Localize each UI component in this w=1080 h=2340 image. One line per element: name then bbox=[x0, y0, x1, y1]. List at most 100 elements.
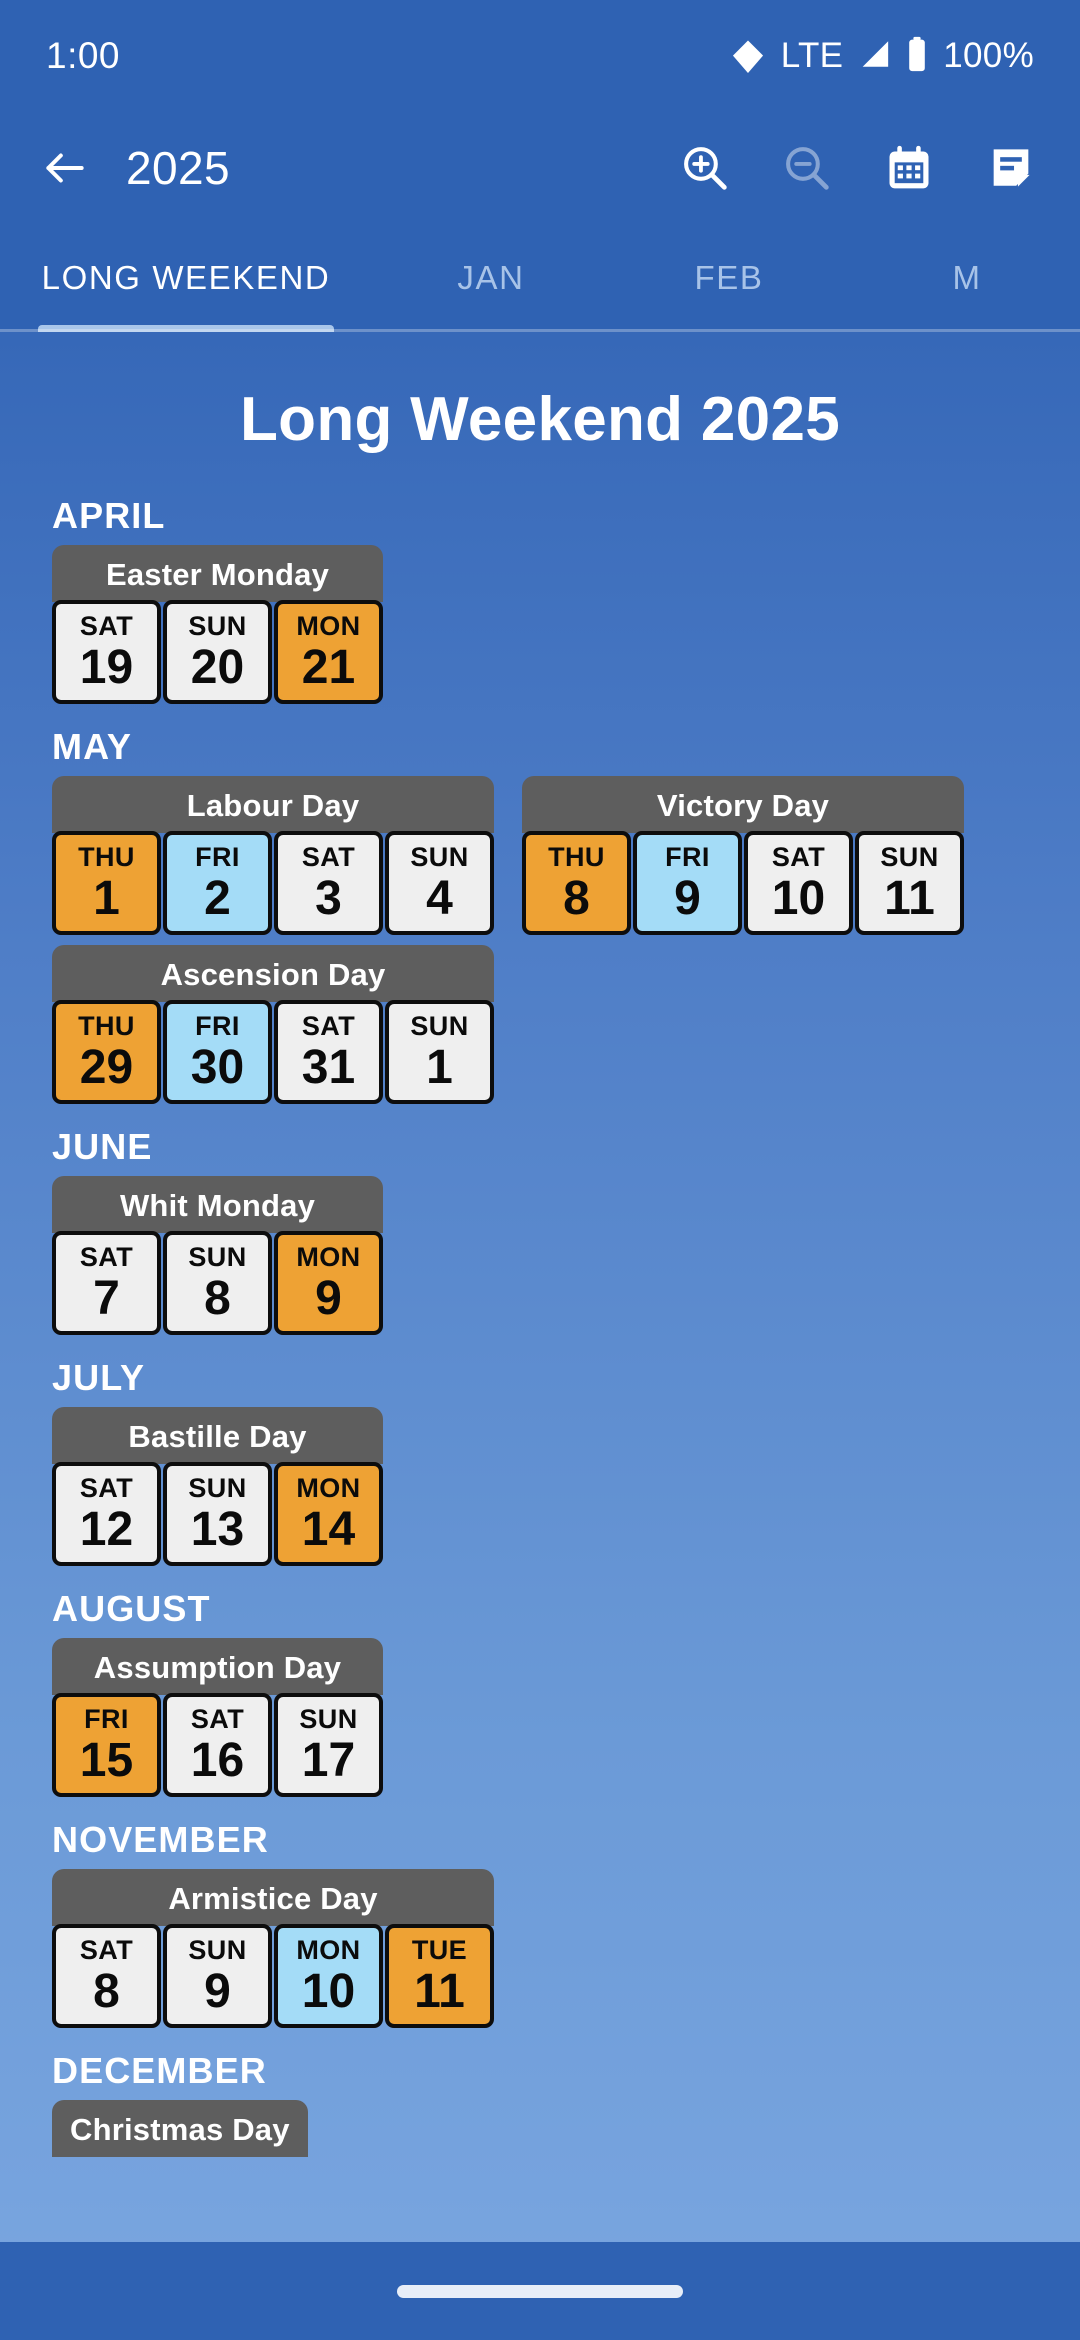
day-of-week-label: SUN bbox=[188, 1472, 247, 1503]
holiday-card-title: Armistice Day bbox=[52, 1869, 494, 1926]
calendar-icon[interactable] bbox=[876, 135, 942, 201]
card-row: Armistice Day SAT 8 SUN 9 MON 10 TUE 11 bbox=[52, 1869, 1028, 2038]
day-cell[interactable]: FRI 2 bbox=[163, 831, 272, 935]
day-cell[interactable]: SAT 19 bbox=[52, 600, 161, 704]
day-strip: FRI 15 SAT 16 SUN 17 bbox=[52, 1693, 383, 1797]
day-number-label: 12 bbox=[79, 1502, 134, 1556]
day-strip: THU 8 FRI 9 SAT 10 SUN 11 bbox=[522, 831, 964, 935]
day-of-week-label: MON bbox=[296, 610, 361, 641]
day-number-label: 15 bbox=[79, 1733, 134, 1787]
day-cell[interactable]: TUE 11 bbox=[385, 1924, 494, 2028]
back-arrow-icon[interactable] bbox=[34, 137, 96, 199]
day-of-week-label: SAT bbox=[301, 841, 356, 872]
card-row: Assumption Day FRI 15 SAT 16 SUN 17 bbox=[52, 1638, 1028, 1807]
day-cell[interactable]: SAT 12 bbox=[52, 1462, 161, 1566]
notes-icon[interactable] bbox=[978, 135, 1044, 201]
day-number-label: 20 bbox=[190, 640, 245, 694]
day-cell[interactable]: SUN 17 bbox=[274, 1693, 383, 1797]
day-cell[interactable]: SAT 3 bbox=[274, 831, 383, 935]
day-cell[interactable]: SUN 13 bbox=[163, 1462, 272, 1566]
day-cell[interactable]: FRI 15 bbox=[52, 1693, 161, 1797]
home-indicator[interactable] bbox=[397, 2284, 683, 2298]
day-cell[interactable]: MON 10 bbox=[274, 1924, 383, 2028]
day-of-week-label: FRI bbox=[195, 841, 240, 872]
card-row: Labour Day THU 1 FRI 2 SAT 3 SUN 4 Victory Day THU… bbox=[52, 776, 1028, 945]
holiday-card[interactable]: Victory Day THU 8 FRI 9 SAT 10 SUN 11 bbox=[522, 776, 964, 935]
day-cell[interactable]: SAT 10 bbox=[744, 831, 853, 935]
month-label: JUNE bbox=[52, 1126, 153, 1167]
holiday-card-title: Assumption Day bbox=[52, 1638, 383, 1695]
day-cell[interactable]: THU 1 bbox=[52, 831, 161, 935]
day-number-label: 11 bbox=[414, 1964, 465, 2018]
day-of-week-label: SUN bbox=[299, 1703, 358, 1734]
day-of-week-label: SUN bbox=[880, 841, 939, 872]
tab-label: M bbox=[952, 259, 982, 296]
day-number-label: 3 bbox=[315, 871, 342, 925]
day-cell[interactable]: SUN 1 bbox=[385, 1000, 494, 1104]
day-cell[interactable]: SUN 11 bbox=[855, 831, 964, 935]
card-row: Easter Monday SAT 19 SUN 20 MON 21 bbox=[52, 545, 1028, 714]
day-number-label: 4 bbox=[426, 871, 453, 925]
tab-feb[interactable]: FEB bbox=[610, 224, 848, 332]
day-number-label: 9 bbox=[204, 1964, 231, 2018]
holiday-card[interactable]: Labour Day THU 1 FRI 2 SAT 3 SUN 4 bbox=[52, 776, 494, 935]
day-cell[interactable]: THU 8 bbox=[522, 831, 631, 935]
card-row: Bastille Day SAT 12 SUN 13 MON 14 bbox=[52, 1407, 1028, 1576]
holiday-card[interactable]: Armistice Day SAT 8 SUN 9 MON 10 TUE 11 bbox=[52, 1869, 494, 2028]
holiday-card[interactable]: Bastille Day SAT 12 SUN 13 MON 14 bbox=[52, 1407, 383, 1566]
day-of-week-label: SAT bbox=[79, 1241, 134, 1272]
card-row: Ascension Day THU 29 FRI 30 SAT 31 SUN 1 bbox=[52, 945, 1028, 1114]
day-of-week-label: SUN bbox=[188, 610, 247, 641]
day-of-week-label: MON bbox=[296, 1241, 361, 1272]
day-cell[interactable]: SAT 31 bbox=[274, 1000, 383, 1104]
holiday-card-title: Bastille Day bbox=[52, 1407, 383, 1464]
long-weekend-content[interactable]: Long Weekend 2025 APRIL Easter Monday SAT 1… bbox=[0, 332, 1080, 2340]
month-label: NOVEMBER bbox=[52, 1819, 269, 1860]
card-row: Christmas Day bbox=[52, 2100, 1028, 2167]
day-cell[interactable]: MON 9 bbox=[274, 1231, 383, 1335]
day-cell[interactable]: SAT 8 bbox=[52, 1924, 161, 2028]
zoom-in-icon[interactable] bbox=[672, 135, 738, 201]
signal-icon bbox=[857, 37, 891, 76]
day-cell[interactable]: FRI 9 bbox=[633, 831, 742, 935]
tab-jan[interactable]: JAN bbox=[372, 224, 610, 332]
day-cell[interactable]: SUN 20 bbox=[163, 600, 272, 704]
app-screen: 1:00 LTE 100% 2025 LONG WEEKEND JAN FEB … bbox=[0, 0, 1080, 2340]
day-number-label: 16 bbox=[190, 1733, 245, 1787]
day-cell[interactable]: SUN 9 bbox=[163, 1924, 272, 2028]
day-number-label: 7 bbox=[93, 1271, 120, 1325]
status-bar: 1:00 LTE 100% bbox=[0, 0, 1080, 112]
app-bar: 2025 bbox=[0, 112, 1080, 224]
holiday-card[interactable]: Whit Monday SAT 7 SUN 8 MON 9 bbox=[52, 1176, 383, 1335]
battery-percentage: 100% bbox=[943, 36, 1034, 75]
day-number-label: 13 bbox=[190, 1502, 245, 1556]
day-number-label: 30 bbox=[190, 1040, 245, 1094]
day-of-week-label: SUN bbox=[188, 1241, 247, 1272]
zoom-out-icon[interactable] bbox=[774, 135, 840, 201]
day-cell[interactable]: SUN 8 bbox=[163, 1231, 272, 1335]
tab-mar[interactable]: M bbox=[848, 224, 1080, 332]
day-number-label: 29 bbox=[79, 1040, 134, 1094]
battery-icon bbox=[905, 36, 929, 77]
day-of-week-label: SAT bbox=[79, 610, 134, 641]
day-cell[interactable]: FRI 30 bbox=[163, 1000, 272, 1104]
holiday-card[interactable]: Assumption Day FRI 15 SAT 16 SUN 17 bbox=[52, 1638, 383, 1797]
day-cell[interactable]: MON 21 bbox=[274, 600, 383, 704]
day-number-label: 2 bbox=[204, 871, 231, 925]
holiday-card[interactable]: Ascension Day THU 29 FRI 30 SAT 31 SUN 1 bbox=[52, 945, 494, 1104]
day-number-label: 19 bbox=[79, 640, 134, 694]
day-cell[interactable]: SAT 16 bbox=[163, 1693, 272, 1797]
day-cell[interactable]: SAT 7 bbox=[52, 1231, 161, 1335]
day-cell[interactable]: THU 29 bbox=[52, 1000, 161, 1104]
day-number-label: 8 bbox=[93, 1964, 120, 2018]
tab-list: LONG WEEKEND JAN FEB M bbox=[0, 224, 1080, 332]
day-cell[interactable]: SUN 4 bbox=[385, 831, 494, 935]
wifi-icon bbox=[729, 35, 767, 78]
tab-long-weekend[interactable]: LONG WEEKEND bbox=[0, 224, 372, 332]
holiday-card[interactable]: Christmas Day bbox=[52, 2100, 308, 2157]
holiday-card[interactable]: Easter Monday SAT 19 SUN 20 MON 21 bbox=[52, 545, 383, 704]
day-of-week-label: FRI bbox=[665, 841, 710, 872]
day-number-label: 1 bbox=[93, 871, 120, 925]
day-number-label: 9 bbox=[315, 1271, 342, 1325]
day-cell[interactable]: MON 14 bbox=[274, 1462, 383, 1566]
